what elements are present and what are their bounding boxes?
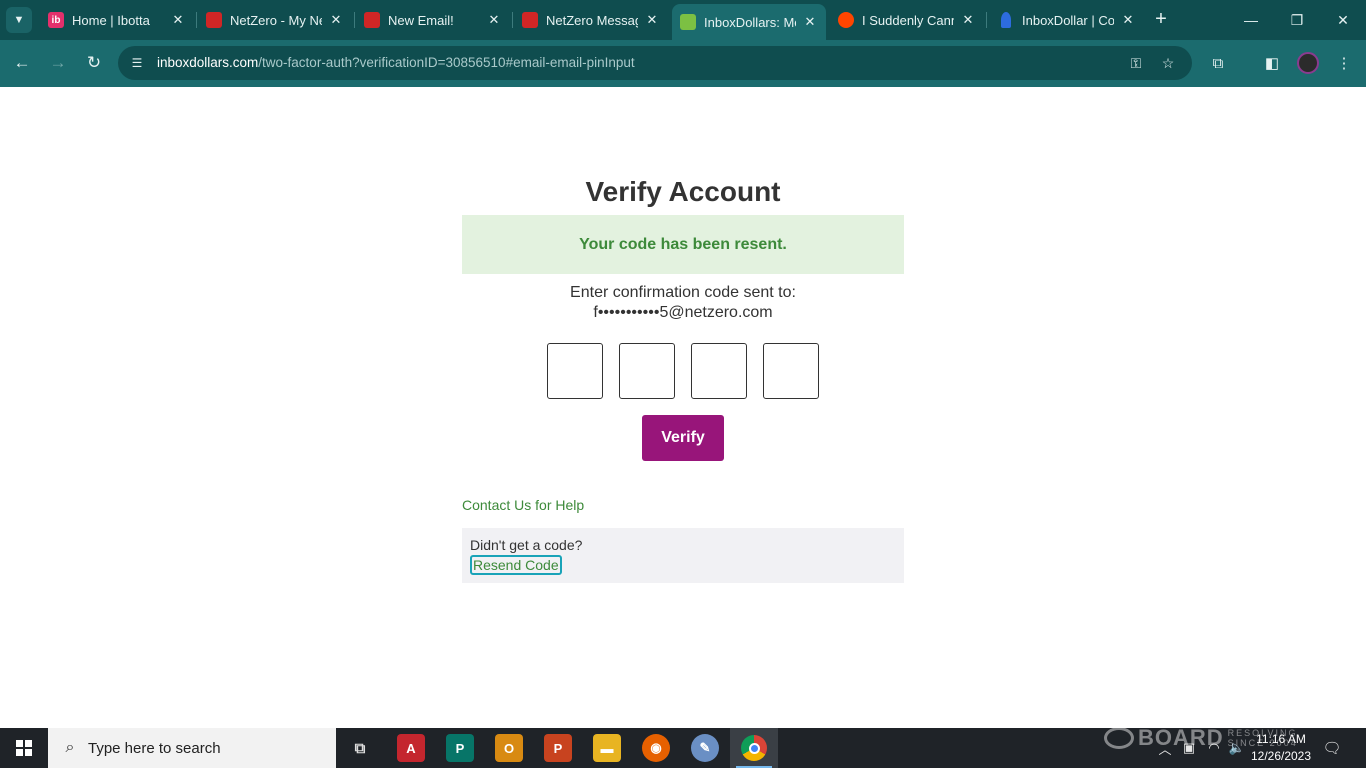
alert-message: Your code has been resent.: [579, 235, 787, 253]
resend-code-link[interactable]: Resend Code: [470, 555, 562, 575]
tab-title: New Email!: [388, 12, 454, 28]
resend-question: Didn't get a code?: [470, 537, 583, 553]
restore-icon[interactable]: ❐: [1274, 0, 1320, 40]
key-icon[interactable]: ⚿: [1126, 53, 1146, 73]
tab-inboxdollar-contact[interactable]: InboxDollar | Contact ✕: [990, 0, 1144, 40]
chrome-icon[interactable]: [730, 728, 778, 768]
tab-title: NetZero - My NetZero: [230, 12, 322, 28]
netzero-icon: [522, 12, 538, 28]
tab-divider: [512, 12, 513, 28]
url-host: inboxdollars.com: [157, 55, 259, 70]
instruction-text: Enter confirmation code sent to:: [570, 284, 796, 301]
code-digit-4-input[interactable]: [763, 343, 819, 399]
code-digit-3-input[interactable]: [691, 343, 747, 399]
code-digit-2-input[interactable]: [619, 343, 675, 399]
chrome-logo-icon: [741, 735, 767, 761]
contact-help-link[interactable]: Contact Us for Help: [462, 497, 584, 513]
close-icon[interactable]: ✕: [960, 12, 976, 28]
firefox-icon[interactable]: ◉: [642, 734, 670, 762]
resend-panel: Didn't get a code? Resend Code: [462, 528, 904, 583]
notifications-icon[interactable]: 🗨: [1320, 738, 1344, 758]
side-panel-icon[interactable]: ◧: [1260, 51, 1284, 75]
address-bar[interactable]: ☰ inboxdollars.com/two-factor-auth?verif…: [118, 46, 1192, 80]
acrobat-icon[interactable]: A: [397, 734, 425, 762]
menu-kebab-icon[interactable]: ⋮: [1332, 51, 1356, 75]
tab-strip: ▼ ib Home | Ibotta ✕ NetZero - My NetZer…: [0, 0, 1366, 40]
ibotta-icon: ib: [48, 12, 64, 28]
minimize-icon[interactable]: —: [1228, 0, 1274, 40]
tab-new-email[interactable]: New Email! ✕: [356, 0, 510, 40]
tab-title: InboxDollars: Member: [704, 14, 796, 30]
code-input-group: [547, 343, 819, 399]
tab-title: NetZero Message Center: [546, 12, 638, 28]
tab-netzero-messages[interactable]: NetZero Message Center ✕: [514, 0, 668, 40]
url-path: /two-factor-auth?verificationID=30856510…: [258, 55, 635, 70]
code-digit-1-input[interactable]: [547, 343, 603, 399]
netzero-icon: [206, 12, 222, 28]
powerpoint-icon[interactable]: P: [544, 734, 572, 762]
tab-reddit[interactable]: I Suddenly Cannot ✕: [830, 0, 984, 40]
wifi-icon[interactable]: ◠: [1205, 738, 1223, 758]
instructions: Enter confirmation code sent to: f••••••…: [462, 283, 904, 323]
url-text[interactable]: inboxdollars.com/two-factor-auth?verific…: [157, 55, 635, 70]
success-alert: Your code has been resent.: [462, 215, 904, 274]
close-icon[interactable]: ✕: [486, 12, 502, 28]
search-placeholder: Type here to search: [88, 740, 221, 757]
tab-title: Home | Ibotta: [72, 12, 150, 28]
tab-divider: [354, 12, 355, 28]
bookmark-star-icon[interactable]: ☆: [1158, 53, 1178, 73]
close-icon[interactable]: ✕: [328, 12, 344, 28]
taskbar-search[interactable]: ⌕ Type here to search: [48, 728, 336, 768]
browser-toolbar: ← → ↻ ☰ inboxdollars.com/two-factor-auth…: [0, 40, 1366, 87]
extensions-icon[interactable]: ⧉: [1206, 51, 1230, 75]
windows-start-icon[interactable]: [0, 728, 48, 768]
tab-divider: [986, 12, 987, 28]
task-view-icon[interactable]: ⧉: [346, 734, 374, 762]
close-icon[interactable]: ✕: [170, 12, 186, 28]
page-content: Verify Account Your code has been resent…: [0, 87, 1366, 728]
tab-title: I Suddenly Cannot: [862, 12, 954, 28]
verify-button[interactable]: Verify: [642, 415, 724, 461]
file-explorer-icon[interactable]: ▬: [593, 734, 621, 762]
site-info-icon[interactable]: ☰: [128, 54, 146, 72]
window-close-icon[interactable]: ✕: [1320, 0, 1366, 40]
close-icon[interactable]: ✕: [802, 14, 818, 30]
search-icon: ⌕: [65, 739, 75, 756]
close-icon[interactable]: ✕: [1120, 12, 1136, 28]
outlook-icon[interactable]: O: [495, 734, 523, 762]
system-clock[interactable]: 11:16 AM 12/26/2023: [1246, 731, 1316, 765]
profile-avatar[interactable]: [1297, 52, 1319, 74]
clock-time: 11:16 AM: [1256, 732, 1306, 746]
page-title: Verify Account: [585, 176, 781, 207]
tab-netzero[interactable]: NetZero - My NetZero ✕: [198, 0, 352, 40]
close-icon[interactable]: ✕: [644, 12, 660, 28]
back-arrow-icon[interactable]: ←: [9, 50, 35, 76]
tab-search-icon[interactable]: ▼: [6, 7, 32, 33]
new-tab-icon[interactable]: +: [1150, 8, 1172, 30]
paint-icon[interactable]: ✎: [691, 734, 719, 762]
tab-title: InboxDollar | Contact: [1022, 12, 1114, 28]
reddit-icon: [838, 12, 854, 28]
meet-now-icon[interactable]: ▣: [1180, 738, 1198, 758]
netzero-mail-icon: [364, 12, 380, 28]
inboxdollars-icon: [680, 14, 696, 30]
clock-date: 12/26/2023: [1250, 749, 1312, 763]
publisher-icon[interactable]: P: [446, 734, 474, 762]
tab-inboxdollars[interactable]: InboxDollars: Member ✕: [672, 4, 826, 40]
volume-icon[interactable]: 🔈: [1228, 738, 1246, 758]
tab-divider: [196, 12, 197, 28]
person-icon: [1001, 12, 1011, 28]
forward-arrow-icon[interactable]: →: [45, 50, 71, 76]
reload-icon[interactable]: ↻: [81, 50, 107, 76]
windows-taskbar: ⌕ Type here to search ⧉ A P O P ▬ ◉ ✎ ︿ …: [0, 728, 1366, 768]
masked-email: f•••••••••••5@netzero.com: [593, 304, 773, 321]
chevron-up-icon[interactable]: ︿: [1156, 738, 1174, 758]
tab-ibotta[interactable]: ib Home | Ibotta ✕: [40, 0, 194, 40]
